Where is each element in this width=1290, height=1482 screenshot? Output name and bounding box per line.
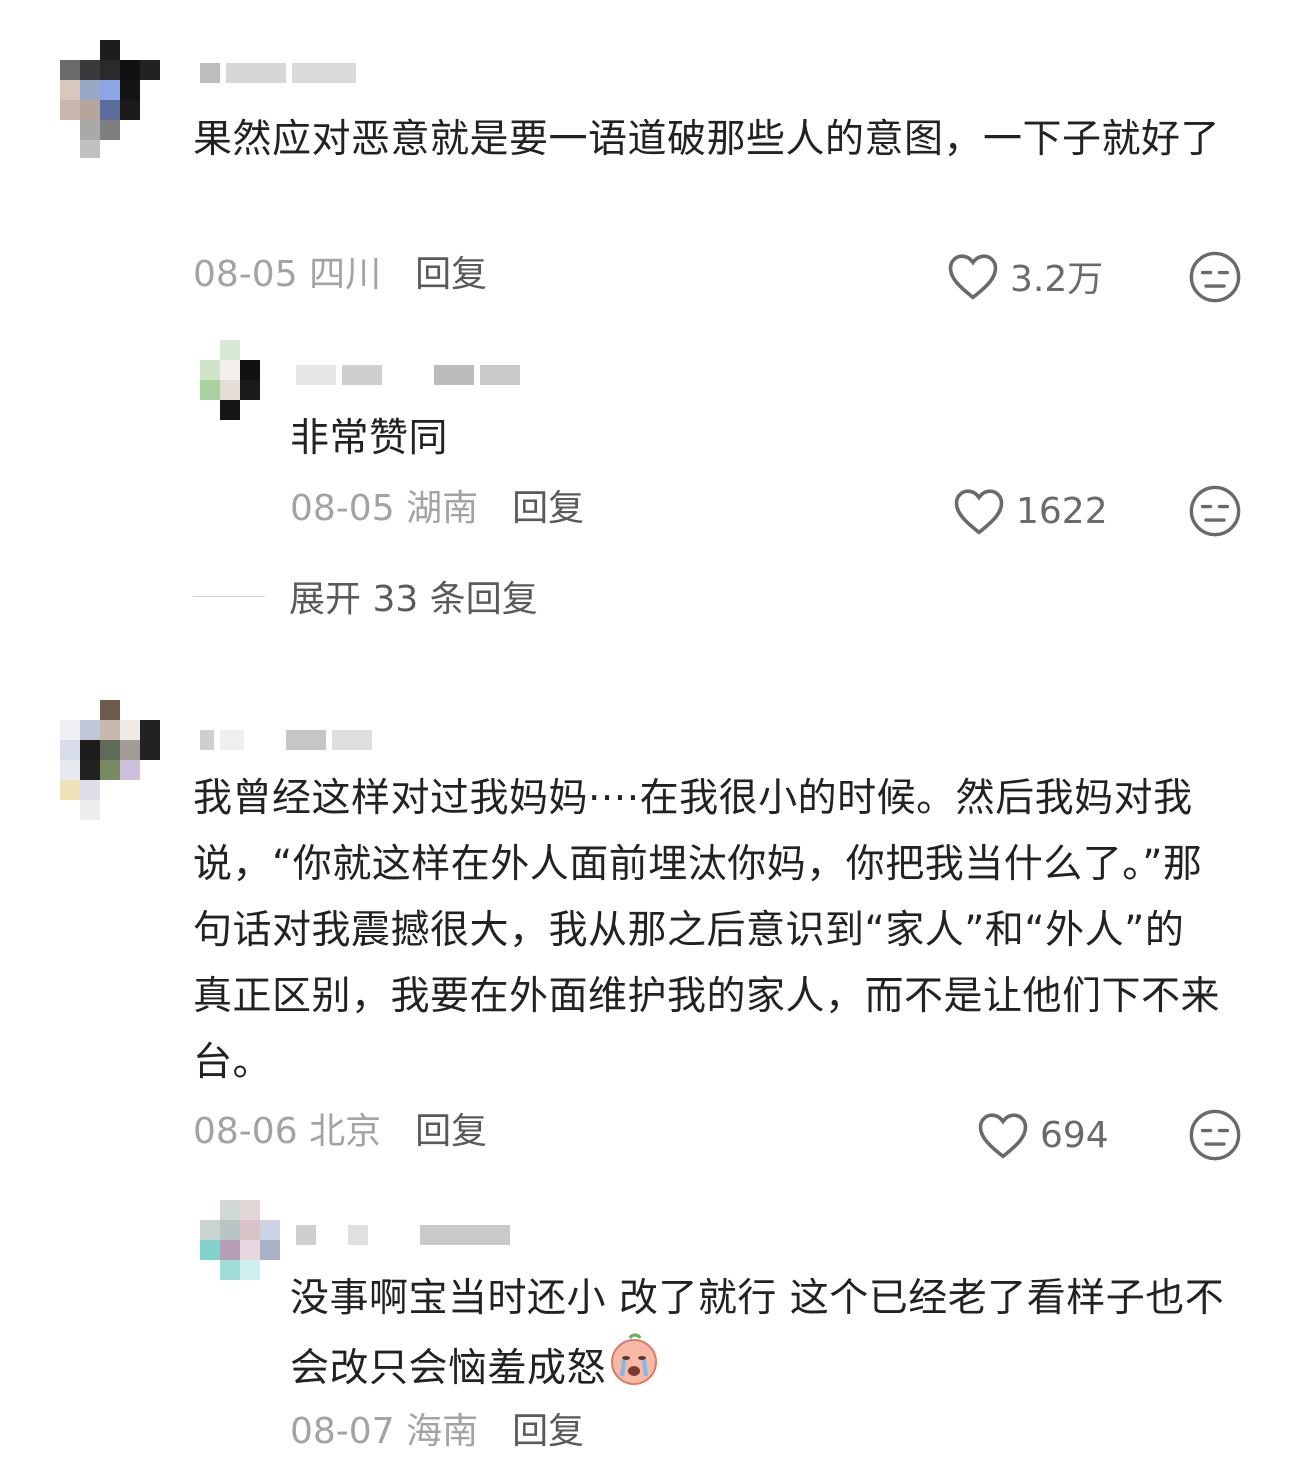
username[interactable] (296, 360, 520, 390)
like-count: 3.2万 (1010, 259, 1104, 300)
comment-meta: 08-05 四川 回复 (193, 255, 487, 295)
comment-meta: 08-05 湖南 回复 (290, 489, 584, 529)
like-button[interactable]: 694 (976, 1110, 1109, 1160)
avatar[interactable] (200, 1200, 280, 1280)
comment-date: 08-05 (290, 488, 395, 529)
comment-text: 非常赞同 (290, 416, 449, 461)
comment-location: 四川 (309, 254, 382, 295)
expand-replies-button[interactable]: 展开 33 条回复 (193, 570, 538, 622)
heart-outline-icon (978, 1113, 1028, 1159)
like-count: 1622 (1016, 490, 1108, 532)
comment-meta: 08-07 海南 回复 (290, 1412, 584, 1452)
dislike-button[interactable] (1188, 250, 1242, 308)
unamused-face-icon (1189, 251, 1241, 303)
divider (193, 595, 265, 597)
comment-location: 湖南 (406, 488, 479, 529)
unamused-face-icon (1189, 1109, 1241, 1161)
comment-meta: 08-06 北京 回复 (193, 1112, 487, 1152)
avatar[interactable] (200, 340, 280, 420)
expand-replies-label: 展开 33 条回复 (289, 579, 538, 620)
like-count: 694 (1040, 1114, 1109, 1156)
reply-button[interactable]: 回复 (415, 1112, 487, 1152)
avatar[interactable] (60, 700, 160, 820)
like-button[interactable]: 1622 (952, 486, 1108, 536)
comment-date: 08-07 (290, 1411, 395, 1452)
comment-location: 北京 (309, 1111, 382, 1152)
comment-location: 海南 (406, 1411, 479, 1452)
crying-face-emoji (606, 1332, 662, 1409)
comment-body: 没事啊宝当时还小 改了就行 这个已经老了看样子也不会改只会恼羞成怒 (290, 1276, 1225, 1391)
username[interactable] (296, 1220, 510, 1250)
username[interactable] (200, 58, 356, 88)
comment-date: 08-06 (193, 1111, 298, 1152)
avatar[interactable] (60, 40, 160, 158)
reply-button[interactable]: 回复 (512, 1412, 584, 1452)
heart-outline-icon (948, 254, 998, 300)
comment-text: 没事啊宝当时还小 改了就行 这个已经老了看样子也不会改只会恼羞成怒 (290, 1266, 1240, 1409)
comment-text: 果然应对恶意就是要一语道破那些人的意图，一下子就好了 (193, 117, 1221, 162)
heart-outline-icon (954, 489, 1004, 535)
reply-button[interactable]: 回复 (415, 255, 487, 295)
comment-text: 我曾经这样对过我妈妈····在我很小的时候。然后我妈对我说，“你就这样在外人面前… (193, 776, 1221, 1085)
reply-button[interactable]: 回复 (512, 489, 584, 529)
dislike-button[interactable] (1188, 484, 1242, 542)
unamused-face-icon (1189, 485, 1241, 537)
dislike-button[interactable] (1188, 1108, 1242, 1166)
like-button[interactable]: 3.2万 (946, 250, 1103, 302)
comment-date: 08-05 (193, 254, 298, 295)
username[interactable] (200, 725, 372, 755)
